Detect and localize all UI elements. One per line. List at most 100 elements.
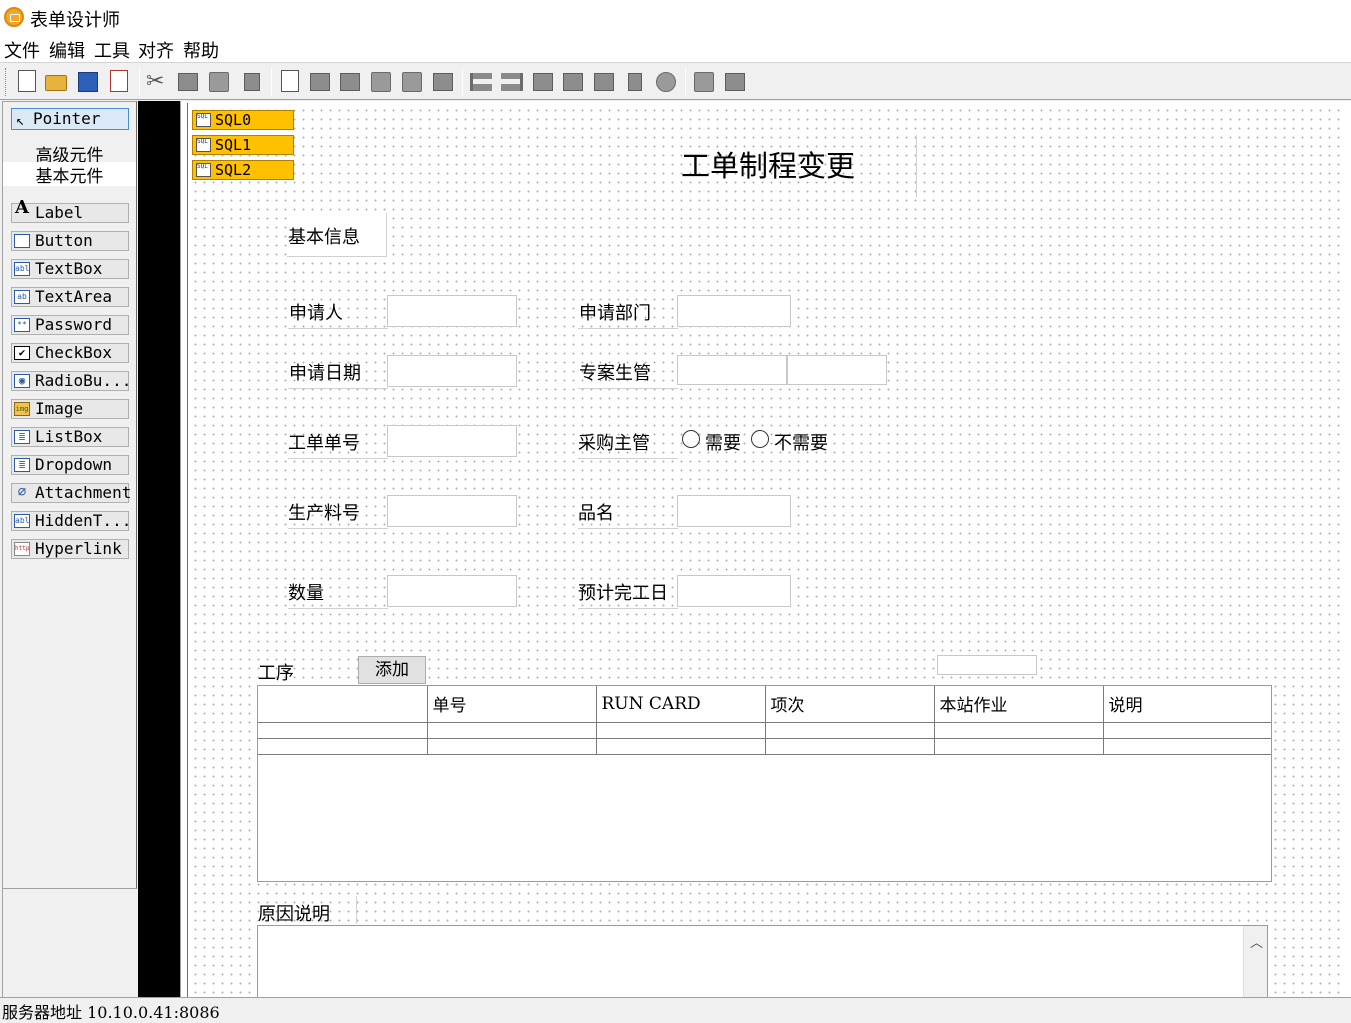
paste-icon[interactable]: [207, 70, 231, 94]
tool-hyperlink[interactable]: http Hyperlink: [11, 539, 129, 559]
tool-textarea[interactable]: ab TextArea: [11, 287, 129, 307]
tool-hiddentext[interactable]: abl HiddenT...: [11, 511, 132, 531]
grid-col-header[interactable]: RUN CARD: [595, 686, 766, 723]
table-row[interactable]: [258, 721, 1271, 739]
design-canvas[interactable]: SQL SQL0 SQL SQL1 SQL SQL2 工单制程变更 基本信息 申请人 …: [187, 103, 1345, 998]
process-hidden-input[interactable]: [937, 655, 1037, 675]
tool-label-text: HiddenT...: [35, 511, 132, 530]
sql-datasource[interactable]: SQL SQL2: [192, 160, 294, 180]
grid-col-header[interactable]: [258, 686, 428, 723]
grid-cell[interactable]: [933, 737, 1104, 755]
grid-icon[interactable]: [369, 70, 393, 94]
sql-datasource[interactable]: SQL SQL0: [192, 110, 294, 130]
save-as-icon[interactable]: [107, 70, 131, 94]
button-icon: [14, 234, 30, 248]
quantity-input[interactable]: [387, 575, 517, 607]
menu-align[interactable]: 对齐: [138, 37, 174, 63]
grid-col-header[interactable]: 说明: [1102, 686, 1271, 723]
applicant-input[interactable]: [387, 295, 517, 327]
category-advanced[interactable]: 高级元件: [3, 141, 136, 166]
align-top-icon[interactable]: [531, 70, 555, 94]
project-manager-input-2[interactable]: [787, 355, 887, 385]
tool-listbox[interactable]: ≣ ListBox: [11, 427, 129, 447]
toolbar-grip[interactable]: [5, 68, 8, 96]
layer-icon[interactable]: [400, 70, 424, 94]
grid-col-header[interactable]: 项次: [764, 686, 935, 723]
tool-label[interactable]: A Label: [11, 199, 129, 223]
password-icon: **: [14, 318, 30, 332]
grid-cell[interactable]: [1102, 721, 1271, 739]
pointer-icon: ↖: [16, 113, 25, 129]
tool-radiobutton[interactable]: ◉ RadioBu...: [11, 371, 131, 391]
label-underline: [578, 608, 678, 609]
grid-col-header[interactable]: 本站作业: [933, 686, 1104, 723]
grid-cell[interactable]: [933, 721, 1104, 739]
grid-cell[interactable]: [764, 721, 935, 739]
checkbox-icon: ✔: [14, 346, 30, 360]
grid-cell[interactable]: [764, 737, 935, 755]
grid-col-header[interactable]: 单号: [426, 686, 597, 723]
department-input[interactable]: [677, 295, 791, 327]
tool-dropdown[interactable]: ≣ Dropdown: [11, 455, 129, 475]
tool-checkbox[interactable]: ✔ CheckBox: [11, 343, 129, 363]
grid-cell[interactable]: [258, 737, 428, 755]
pointer-tool[interactable]: ↖ Pointer: [11, 108, 129, 130]
add-button[interactable]: 添加: [358, 656, 426, 684]
menu-help[interactable]: 帮助: [183, 37, 219, 63]
order-no-input[interactable]: [387, 425, 517, 457]
textarea-icon: ab: [14, 290, 30, 304]
material-no-input[interactable]: [387, 495, 517, 527]
tool-button[interactable]: Button: [11, 231, 129, 251]
group-icon[interactable]: [692, 70, 716, 94]
center-icon[interactable]: [654, 70, 678, 94]
menu-tools[interactable]: 工具: [94, 37, 130, 63]
category-basic[interactable]: 基本元件: [3, 162, 136, 187]
grid-cell[interactable]: [595, 737, 766, 755]
property-icon[interactable]: [308, 70, 332, 94]
grid-cell[interactable]: [426, 721, 597, 739]
vertical-scrollbar[interactable]: ︿: [1243, 926, 1267, 998]
align-left-icon[interactable]: [469, 70, 493, 94]
radio-need[interactable]: [682, 430, 700, 448]
toolbar-separator: [139, 68, 140, 96]
menu-edit[interactable]: 编辑: [49, 37, 85, 63]
tool-image[interactable]: img Image: [11, 399, 129, 419]
align-bottom-icon[interactable]: [561, 70, 585, 94]
grid-cell[interactable]: [595, 721, 766, 739]
process-grid[interactable]: 单号 RUN CARD 项次 本站作业 说明: [257, 685, 1272, 882]
grid-cell[interactable]: [426, 737, 597, 755]
date-input[interactable]: [387, 355, 517, 387]
open-folder-icon[interactable]: [45, 70, 69, 94]
edit-icon[interactable]: [338, 70, 362, 94]
grid-cell[interactable]: [258, 721, 428, 739]
table-row[interactable]: [258, 737, 1271, 755]
align-right-icon[interactable]: [500, 70, 524, 94]
page-icon[interactable]: [431, 70, 455, 94]
preview-icon[interactable]: [278, 70, 302, 94]
project-manager-input[interactable]: [677, 355, 787, 385]
copy-icon[interactable]: [176, 70, 200, 94]
sql-datasource[interactable]: SQL SQL1: [192, 135, 294, 155]
label-underline: [578, 328, 678, 329]
tool-attachment[interactable]: ⌀ Attachment: [11, 483, 131, 503]
ungroup-icon[interactable]: [723, 70, 747, 94]
same-width-icon[interactable]: [592, 70, 616, 94]
label-underline: [578, 458, 678, 459]
reason-textarea[interactable]: ︿: [257, 925, 1268, 998]
same-height-icon[interactable]: [623, 70, 647, 94]
finish-date-input[interactable]: [677, 575, 791, 607]
tool-password[interactable]: ** Password: [11, 315, 129, 335]
cut-icon[interactable]: ✂: [146, 70, 170, 94]
tool-textbox[interactable]: abl TextBox: [11, 259, 129, 279]
radio-no-need[interactable]: [751, 430, 769, 448]
new-doc-icon[interactable]: [15, 70, 39, 94]
form-title[interactable]: 工单制程变更: [618, 143, 918, 185]
delete-icon[interactable]: [240, 70, 264, 94]
quantity-label: 数量: [288, 583, 324, 604]
save-disk-icon[interactable]: [76, 70, 100, 94]
tool-label-text: ListBox: [35, 427, 103, 446]
grid-cell[interactable]: [1102, 737, 1271, 755]
product-name-input[interactable]: [677, 495, 791, 527]
scroll-up-icon[interactable]: ︿: [1250, 932, 1263, 951]
menu-file[interactable]: 文件: [4, 37, 40, 63]
